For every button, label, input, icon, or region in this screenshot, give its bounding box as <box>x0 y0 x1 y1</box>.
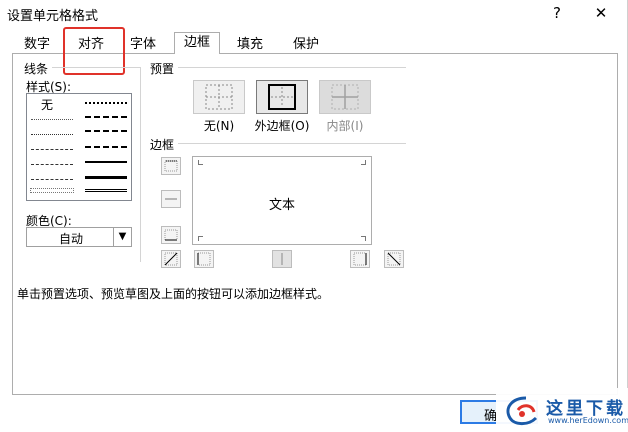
line-style-medium-dash-dot[interactable] <box>85 130 127 132</box>
preset-none-button[interactable] <box>193 80 245 114</box>
line-style-slant-dash-dot[interactable] <box>85 116 127 118</box>
line-style-selected-thin[interactable] <box>30 188 74 193</box>
watermark: 这里下载 www.herEdown.com <box>496 388 628 432</box>
line-group-separator <box>52 67 140 68</box>
diagonal-down-icon <box>387 252 401 266</box>
tab-number[interactable]: 数字 <box>20 35 54 54</box>
chevron-down-icon[interactable]: ▼ <box>113 228 131 246</box>
presets-separator <box>178 67 406 68</box>
preset-none-label: 无(N) <box>203 119 235 133</box>
border-left-icon <box>197 252 211 266</box>
line-group-title: 线条 <box>24 62 49 76</box>
border-diagonal-up-button[interactable] <box>161 250 181 268</box>
preview-corner-br <box>361 236 366 241</box>
preview-corner-bl <box>198 236 203 241</box>
line-style-medium[interactable] <box>85 161 127 163</box>
tab-protection[interactable]: 保护 <box>286 35 326 54</box>
vertical-separator <box>140 67 141 262</box>
watermark-url: www.herEdown.com <box>548 416 628 425</box>
hint-text: 单击预置选项、预览草图及上面的按钮可以添加边框样式。 <box>17 287 330 301</box>
border-inside-horizontal-icon <box>165 198 177 200</box>
border-bottom-icon <box>164 229 178 241</box>
watermark-logo-icon <box>506 396 538 426</box>
border-diagonal-down-button[interactable] <box>384 250 404 268</box>
line-style-hair[interactable] <box>31 119 73 120</box>
border-group-title: 边框 <box>150 138 175 152</box>
help-button[interactable]: ? <box>545 3 569 23</box>
border-left-button[interactable] <box>194 250 214 268</box>
format-cells-dialog: 设置单元格格式 ? ✕ 数字 对齐 字体 填充 保护 边框 线条 样式(S): … <box>0 0 628 432</box>
preview-corner-tr <box>361 160 366 165</box>
border-right-button[interactable] <box>350 250 370 268</box>
preset-outline-label: 外边框(O) <box>254 119 310 133</box>
line-style-medium-dash-dot-dot[interactable] <box>85 102 127 104</box>
presets-title: 预置 <box>150 62 175 76</box>
color-value: 自动 <box>58 232 83 246</box>
diagonal-up-icon <box>164 252 178 266</box>
preset-none-icon <box>205 84 233 110</box>
border-top-icon <box>164 160 178 172</box>
border-inside-horizontal-button[interactable] <box>161 190 181 208</box>
line-style-thick[interactable] <box>85 176 127 179</box>
title-bar: 设置单元格格式 ? ✕ <box>0 0 628 26</box>
color-dropdown[interactable]: 自动 ▼ <box>26 227 132 247</box>
preset-outline-icon <box>268 84 296 110</box>
line-style-none[interactable]: 无 <box>41 96 53 113</box>
border-right-icon <box>353 252 367 266</box>
close-button[interactable]: ✕ <box>589 3 613 23</box>
border-bottom-button[interactable] <box>161 226 181 244</box>
preset-outline-button[interactable] <box>256 80 308 114</box>
border-preview[interactable]: 文本 <box>192 156 372 245</box>
border-inside-vertical-button[interactable] <box>272 250 292 268</box>
preview-corner-tl <box>198 160 203 165</box>
line-style-dashed[interactable] <box>31 179 73 180</box>
border-inside-vertical-icon <box>281 253 283 265</box>
preview-text: 文本 <box>268 198 295 213</box>
line-style-list[interactable]: 无 <box>26 93 132 201</box>
tab-font[interactable]: 字体 <box>126 35 160 54</box>
line-style-double[interactable] <box>85 189 127 192</box>
border-group-separator <box>178 143 406 144</box>
line-style-dash-dot[interactable] <box>31 164 73 165</box>
preset-inside-button[interactable] <box>319 80 371 114</box>
line-style-dash-dot-dot[interactable] <box>31 149 73 150</box>
preset-inside-icon <box>331 84 359 110</box>
tab-border[interactable]: 边框 <box>174 32 220 54</box>
tab-fill[interactable]: 填充 <box>227 35 273 54</box>
border-top-button[interactable] <box>161 157 181 175</box>
dialog-title: 设置单元格格式 <box>7 9 99 24</box>
preset-inside-label: 内部(I) <box>326 119 364 133</box>
line-style-dotted[interactable] <box>31 134 73 135</box>
line-style-medium-dashed[interactable] <box>85 146 127 148</box>
